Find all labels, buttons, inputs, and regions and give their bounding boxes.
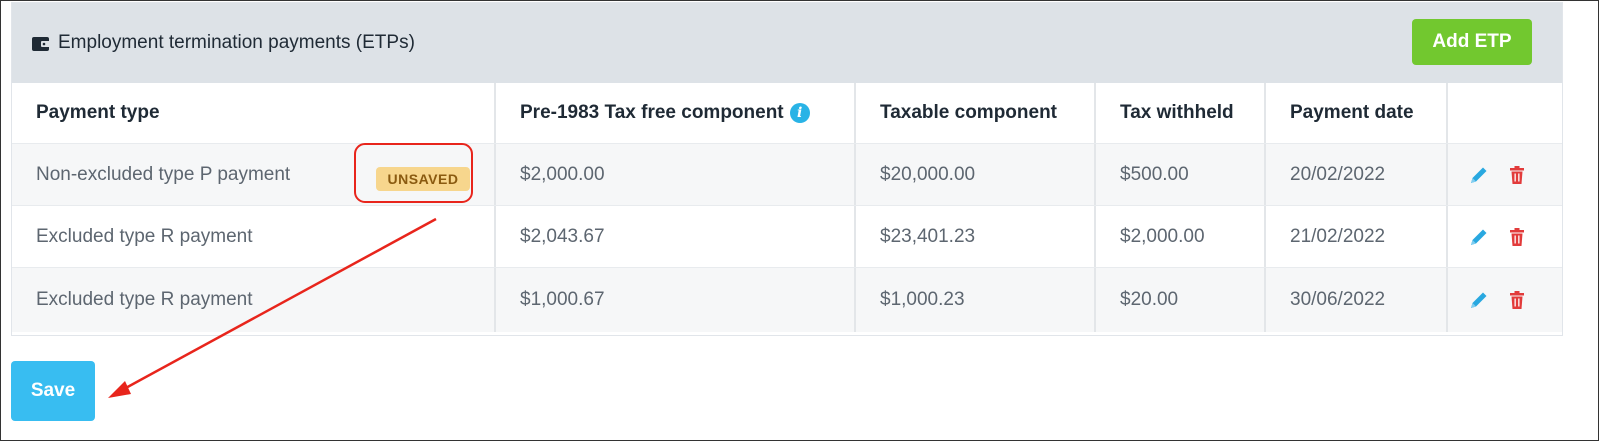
info-icon[interactable]: i [789,103,810,123]
payment-date-cell: 20/02/2022 [1264,144,1446,206]
actions-cell [1446,206,1564,268]
table-row: Excluded type R payment $1,000.67 $1,000… [12,267,1562,332]
tax-withheld-cell: $20.00 [1094,268,1264,332]
save-button[interactable]: Save [11,361,95,421]
trash-icon[interactable] [1506,164,1528,186]
table-header-row: Payment type Pre-1983 Tax free component… [12,83,1562,143]
etp-panel: Employment termination payments (ETPs) A… [11,2,1563,336]
pencil-icon[interactable] [1468,226,1490,248]
actions-cell [1446,268,1564,332]
payment-date-cell: 21/02/2022 [1264,206,1446,268]
unsaved-badge: UNSAVED [376,167,470,191]
header-tax-withheld: Tax withheld [1094,83,1264,143]
payment-type-cell: Excluded type R payment [36,289,253,310]
add-etp-button[interactable]: Add ETP [1412,19,1532,65]
pencil-icon[interactable] [1468,289,1490,311]
wallet-icon [32,37,50,51]
header-taxable: Taxable component [854,83,1094,143]
pre1983-cell: $2,000.00 [494,144,854,206]
pencil-icon[interactable] [1468,164,1490,186]
header-pre1983: Pre-1983 Tax free component i [494,83,854,143]
header-payment-type: Payment type [36,102,160,123]
panel-title: Employment termination payments (ETPs) [58,32,415,53]
header-payment-date: Payment date [1264,83,1446,143]
pre1983-cell: $2,043.67 [494,206,854,268]
taxable-cell: $23,401.23 [854,206,1094,268]
trash-icon[interactable] [1506,289,1528,311]
panel-header: Employment termination payments (ETPs) A… [12,3,1562,83]
payment-date-cell: 30/06/2022 [1264,268,1446,332]
trash-icon[interactable] [1506,226,1528,248]
table-row: Excluded type R payment $2,043.67 $23,40… [12,205,1562,268]
tax-withheld-cell: $2,000.00 [1094,206,1264,268]
actions-cell [1446,144,1564,206]
taxable-cell: $1,000.23 [854,268,1094,332]
table-row: Non-excluded type P payment UNSAVED $2,0… [12,143,1562,206]
taxable-cell: $20,000.00 [854,144,1094,206]
payment-type-cell: Excluded type R payment [36,226,253,247]
pre1983-cell: $1,000.67 [494,268,854,332]
payment-type-cell: Non-excluded type P payment UNSAVED [12,144,494,206]
header-actions [1446,83,1564,143]
tax-withheld-cell: $500.00 [1094,144,1264,206]
